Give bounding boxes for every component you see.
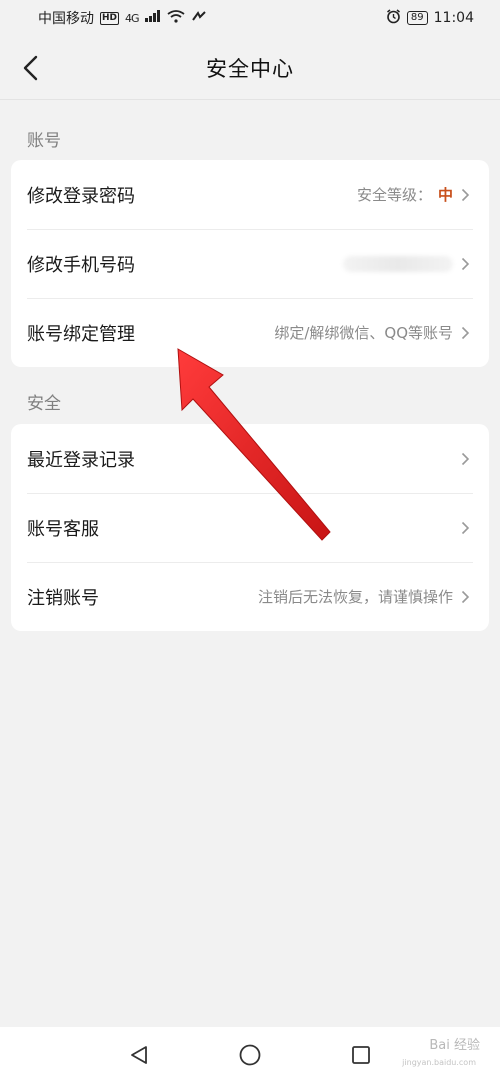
wifi-icon xyxy=(167,9,185,27)
nav-back-button[interactable] xyxy=(121,1037,157,1073)
chevron-right-icon xyxy=(461,257,471,271)
watermark-url: jingyan.baidu.com xyxy=(402,1058,476,1067)
alarm-icon xyxy=(386,8,401,28)
nav-home-button[interactable] xyxy=(232,1037,268,1073)
section-label-account: 账号 xyxy=(27,131,61,151)
nav-bar: 安全中心 xyxy=(0,36,500,100)
row-delete-account[interactable]: 注销账号 注销后无法恢复，请谨慎操作 xyxy=(11,562,489,631)
network-label: 4G xyxy=(125,11,139,25)
account-card: 修改登录密码 安全等级： 中 修改手机号码 账号绑定管理 绑定/解绑微信、QQ等账… xyxy=(11,160,489,367)
battery-icon: 89 xyxy=(406,11,428,25)
row-value: 注销后无法恢复，请谨慎操作 xyxy=(257,588,453,606)
row-value: 绑定/解绑微信、QQ等账号 xyxy=(274,324,453,342)
chevron-right-icon xyxy=(461,326,471,340)
security-level-value: 中 xyxy=(437,186,453,204)
row-login-records[interactable]: 最近登录记录 xyxy=(11,424,489,493)
row-label: 最近登录记录 xyxy=(27,449,135,471)
clock-time: 11:04 xyxy=(433,10,474,26)
security-level-prefix: 安全等级： xyxy=(356,186,432,204)
status-left: 中国移动 HD 4G xyxy=(38,8,207,28)
row-change-phone[interactable]: 修改手机号码 xyxy=(11,229,489,298)
hd-badge: HD xyxy=(100,11,120,25)
chevron-right-icon xyxy=(461,521,471,535)
status-bar: 中国移动 HD 4G 89 11:04 xyxy=(0,0,500,36)
chevron-right-icon xyxy=(461,590,471,604)
security-card: 最近登录记录 账号客服 注销账号 注销后无法恢复，请谨慎操作 xyxy=(11,424,489,631)
row-label: 账号绑定管理 xyxy=(27,323,135,345)
section-label-security: 安全 xyxy=(27,394,61,414)
watermark-logo: Bai 经验 xyxy=(429,1038,480,1053)
row-label: 修改手机号码 xyxy=(27,254,135,276)
status-right: 89 11:04 xyxy=(386,8,474,28)
row-account-support[interactable]: 账号客服 xyxy=(11,493,489,562)
carrier-label: 中国移动 xyxy=(38,11,94,27)
nfc-icon xyxy=(191,10,207,27)
blurred-phone-number xyxy=(343,255,453,272)
chevron-left-icon xyxy=(23,55,38,81)
chevron-right-icon xyxy=(461,452,471,466)
security-level: 安全等级： 中 xyxy=(357,184,453,205)
battery-level: 89 xyxy=(410,12,424,23)
row-label: 注销账号 xyxy=(27,587,99,609)
page-title: 安全中心 xyxy=(206,56,294,81)
row-label: 账号客服 xyxy=(27,518,99,540)
row-change-password[interactable]: 修改登录密码 安全等级： 中 xyxy=(11,160,489,229)
square-recents-icon xyxy=(352,1046,370,1064)
chevron-right-icon xyxy=(461,188,471,202)
nav-recents-button[interactable] xyxy=(343,1037,379,1073)
row-account-binding[interactable]: 账号绑定管理 绑定/解绑微信、QQ等账号 xyxy=(11,298,489,367)
signal-icon xyxy=(144,10,161,26)
system-nav-bar xyxy=(0,1027,500,1083)
row-label: 修改登录密码 xyxy=(27,185,135,207)
triangle-back-icon xyxy=(131,1046,147,1064)
circle-home-icon xyxy=(239,1044,261,1066)
back-button[interactable] xyxy=(12,48,48,88)
